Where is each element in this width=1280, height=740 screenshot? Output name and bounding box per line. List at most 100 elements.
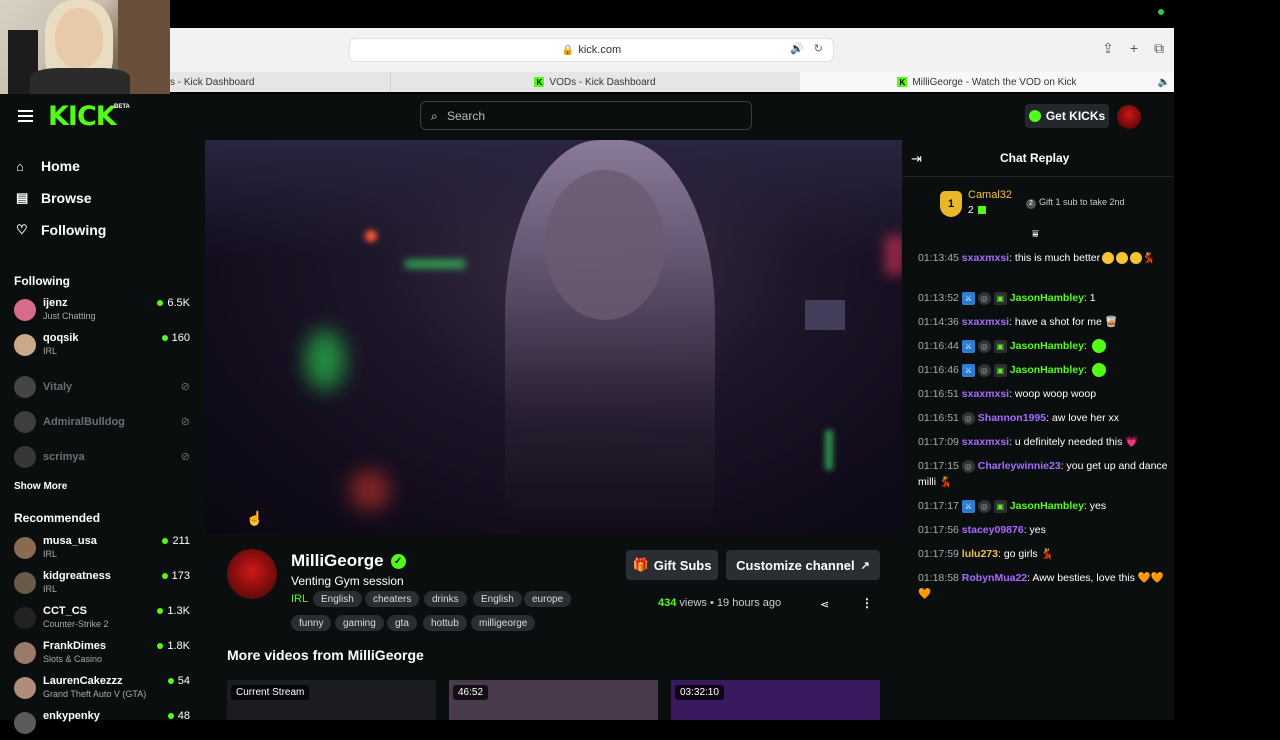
chat-message: 01:16:44 ⚔ ◎ ▣ JasonHambley: (918, 338, 1168, 354)
more-options-icon[interactable]: ⋮ (861, 596, 873, 610)
og-badge-icon: ◎ (961, 459, 975, 473)
share-icon[interactable]: ⇪ (1102, 40, 1114, 57)
channel-avatar (14, 537, 36, 559)
share-icon[interactable]: ⋖ (820, 598, 829, 611)
channel-avatar[interactable] (227, 549, 277, 599)
message-text: : 1 (1083, 292, 1096, 304)
gift-cta[interactable]: 2 Gift 1 sub to take 2nd (1026, 197, 1125, 209)
chat-username[interactable]: stacey09876 (962, 524, 1024, 536)
tab-dashboard[interactable]: s - Kick Dashboard (170, 72, 391, 92)
sidebar-channel-cct_cs[interactable]: CCT_CS Counter-Strike 2 1.3K (14, 603, 194, 635)
pinned-expand-icon[interactable]: ⩸ (1032, 228, 1039, 241)
chat-username[interactable]: sxaxmxsi (962, 388, 1009, 400)
viewer-count: 1.3K (157, 605, 190, 617)
tag-english[interactable]: English (473, 591, 522, 607)
user-avatar[interactable] (1117, 105, 1141, 129)
message-time: 01:17:56 (918, 524, 959, 536)
viewer-count: 54 (167, 675, 190, 687)
tab-audio-icon[interactable]: 🔈 (1158, 77, 1170, 88)
sidebar-channel-enkypenky[interactable]: enkypenky 48 (14, 708, 194, 740)
search-icon: ⌕ (431, 109, 438, 123)
tab-milligeorge-vod[interactable]: K MilliGeorge - Watch the VOD on Kick 🔈 (800, 72, 1175, 92)
sidebar-channel-scrimya[interactable]: scrimya ⊘ (14, 442, 194, 474)
channel-avatar (14, 642, 36, 664)
chat-message: 01:14:36 sxaxmxsi: have a shot for me 🥃 (918, 314, 1168, 330)
chat-username[interactable]: Shannon1995 (978, 412, 1046, 424)
message-text: : aw love her xx (1046, 412, 1120, 424)
channel-name[interactable]: MilliGeorge ✓ (291, 551, 406, 571)
viewer-count-text: 48 (177, 710, 190, 722)
chat-username[interactable]: JasonHambley (1010, 292, 1084, 304)
reload-icon[interactable]: ↻ (814, 42, 823, 55)
tab-label: MilliGeorge - Watch the VOD on Kick (912, 76, 1077, 88)
tag-gta[interactable]: gta (387, 615, 417, 631)
category-link[interactable]: IRL (291, 593, 308, 605)
sub-gifter-badge-icon: ▣ (993, 339, 1007, 353)
sidebar-channel-frankdimes[interactable]: FrankDimes Slots & Casino 1.8K (14, 638, 194, 670)
address-bar[interactable]: 🔒 kick.com 🔊 ↻ (349, 38, 834, 62)
tag-funny[interactable]: funny (291, 615, 332, 631)
live-dot-icon (167, 713, 174, 719)
nav-following[interactable]: ♡ Following (16, 222, 106, 238)
chat-username[interactable]: JasonHambley (1010, 340, 1084, 352)
video-player[interactable] (205, 140, 902, 533)
search-input[interactable]: ⌕ Search (420, 101, 752, 130)
sidebar-channel-kidgreatness[interactable]: kidgreatness IRL 173 (14, 568, 194, 600)
chat-username[interactable]: Charleywinnie23 (978, 460, 1061, 472)
kick-favicon-icon: K (534, 77, 545, 87)
video-thumbnail[interactable]: Current Stream (227, 680, 436, 720)
tag-europe[interactable]: europe (524, 591, 572, 607)
tab-overview-icon[interactable]: ⧉ (1154, 40, 1164, 57)
emoji-icon (1102, 252, 1115, 265)
message-time: 01:17:09 (918, 436, 959, 448)
kick-logo[interactable]: KICK (48, 101, 117, 132)
channel-category: IRL (43, 584, 58, 594)
viewer-count-text: 6.5K (167, 297, 190, 309)
get-kicks-button[interactable]: Get KICKs (1025, 104, 1109, 128)
chat-username[interactable]: sxaxmxsi (962, 436, 1009, 448)
chat-username[interactable]: lulu273 (962, 548, 998, 560)
message-tail: 💃 (1142, 252, 1156, 264)
tag-english[interactable]: English (313, 591, 362, 607)
chat-username[interactable]: sxaxmxsi (962, 316, 1009, 328)
sidebar-channel-musa_usa[interactable]: musa_usa IRL 211 (14, 533, 194, 565)
tag-milligeorge[interactable]: milligeorge (471, 615, 536, 631)
new-tab-icon[interactable]: + (1130, 40, 1138, 57)
sidebar-channel-laurencakezzz[interactable]: LaurenCakezzz Grand Theft Auto V (GTA) 54 (14, 673, 194, 705)
audio-icon[interactable]: 🔊 (790, 42, 804, 55)
chat-username[interactable]: JasonHambley (1010, 500, 1084, 512)
tag-gaming[interactable]: gaming (335, 615, 384, 631)
video-thumbnail[interactable]: 46:52 (449, 680, 658, 720)
gift-subs-button[interactable]: 🎁 Gift Subs (626, 550, 718, 580)
url-text: kick.com (578, 44, 622, 56)
chat-username[interactable]: sxaxmxsi (962, 252, 1009, 264)
customize-channel-button[interactable]: Customize channel ↗ (726, 550, 880, 580)
tag-drinks[interactable]: drinks (424, 591, 467, 607)
og-badge-icon: ◎ (977, 339, 991, 353)
chat-username[interactable]: RobynMua22 (962, 572, 1027, 584)
sidebar-channel-qoqsik[interactable]: qoqsik IRL 160 (14, 330, 194, 362)
sidebar-channel-vitaly[interactable]: Vitaly ⊘ (14, 372, 194, 404)
channel-category: Slots & Casino (43, 654, 103, 664)
gift-count: 2 (968, 205, 974, 216)
separator-dot: • (710, 597, 717, 609)
nav-browse[interactable]: ▤ Browse (16, 190, 92, 206)
nav-home[interactable]: ⌂ Home (16, 158, 80, 174)
menu-icon[interactable] (18, 110, 33, 122)
rank-medal-icon: 1 (940, 191, 962, 217)
tag-cheaters[interactable]: cheaters (365, 591, 420, 607)
nav-label: Browse (41, 190, 92, 206)
video-thumbnail[interactable]: 03:32:10 (671, 680, 880, 720)
chat-username[interactable]: JasonHambley (1010, 364, 1084, 376)
tag-hottub[interactable]: hottub (423, 615, 467, 631)
sidebar-channel-admiralbulldog[interactable]: AdmiralBulldog ⊘ (14, 407, 194, 439)
sidebar-channel-ijenz[interactable]: ijenz Just Chatting 6.5K (14, 295, 194, 327)
tab-vods[interactable]: K VODs - Kick Dashboard (390, 72, 801, 92)
message-time: 01:13:45 (918, 252, 959, 264)
collapse-chat-icon[interactable]: ⇥ (911, 151, 922, 167)
offline-icon: ⊘ (180, 381, 190, 393)
message-text: : woop woop woop (1009, 388, 1097, 400)
show-more-link[interactable]: Show More (14, 481, 67, 492)
home-icon: ⌂ (16, 158, 24, 174)
gifter-name[interactable]: Camal32 (968, 189, 1012, 201)
